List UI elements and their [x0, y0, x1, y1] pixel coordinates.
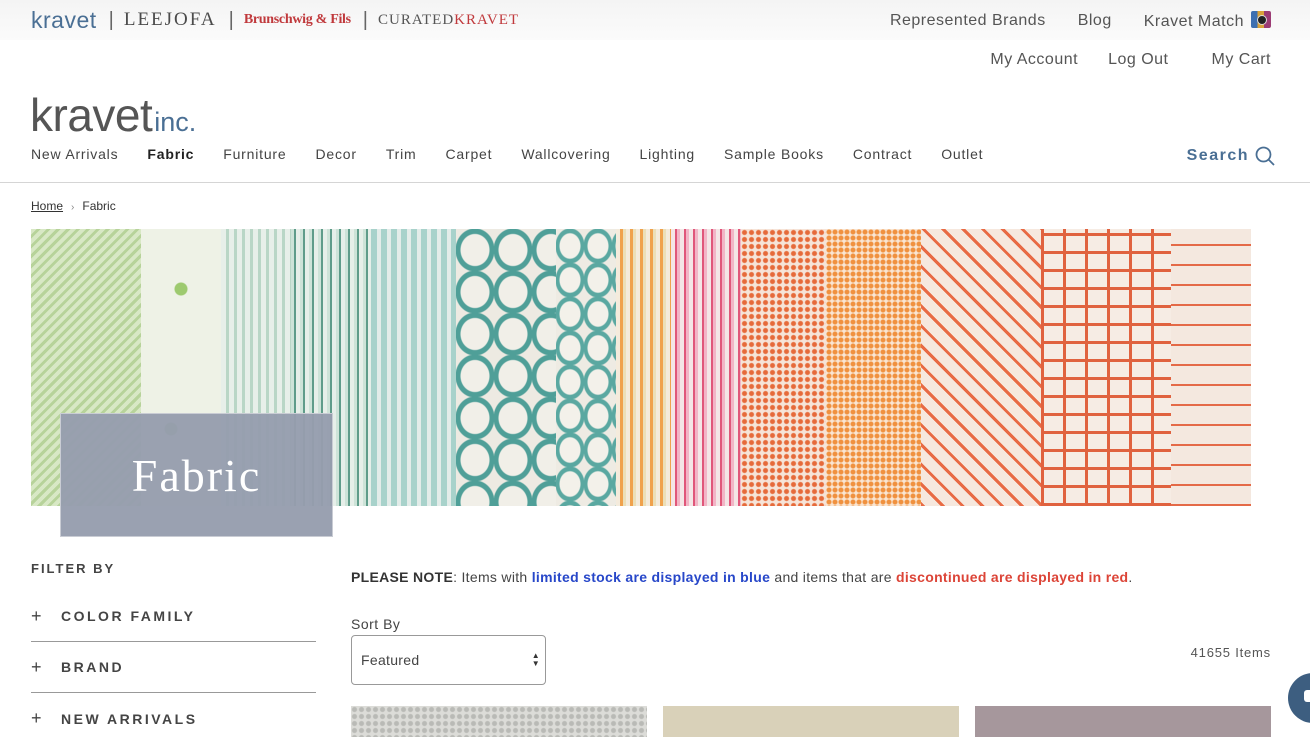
blog-link[interactable]: Blog	[1078, 12, 1112, 30]
product-tile[interactable]	[975, 706, 1271, 737]
nav-trim[interactable]: Trim	[386, 146, 417, 162]
sort-label: Sort By	[351, 616, 401, 632]
main-nav: New Arrivals Fabric Furniture Decor Trim…	[31, 146, 1012, 162]
nav-sample-books[interactable]: Sample Books	[724, 146, 824, 162]
page-title-panel: Fabric	[60, 413, 333, 537]
log-out-link[interactable]: Log Out	[1108, 51, 1168, 69]
filter-color-family[interactable]: + COLOR FAMILY	[31, 591, 316, 642]
chat-button[interactable]	[1288, 673, 1310, 723]
filter-label: NEW ARRIVALS	[61, 710, 198, 727]
brand-logos: kravet | LEEJOFA | Brunschwig & Fils | C…	[31, 7, 519, 33]
kravet-match-link[interactable]: Kravet Match	[1144, 11, 1271, 31]
product-tile[interactable]	[351, 706, 647, 737]
represented-brands-link[interactable]: Represented Brands	[890, 12, 1046, 30]
note-text: Items with	[457, 569, 532, 585]
filter-label: BRAND	[61, 659, 125, 675]
plus-icon: +	[31, 708, 42, 728]
nav-decor[interactable]: Decor	[315, 146, 356, 162]
note-prefix: PLEASE NOTE	[351, 569, 454, 585]
brand-kravet-part: KRAVET	[454, 11, 520, 28]
my-cart-link[interactable]: My Cart	[1212, 51, 1272, 69]
plus-icon: +	[31, 605, 42, 626]
plus-icon: +	[31, 656, 42, 677]
breadcrumb: Home › Fabric	[31, 199, 116, 213]
nav-new-arrivals[interactable]: New Arrivals	[31, 146, 118, 162]
filter-brand[interactable]: + BRAND	[31, 642, 316, 693]
search-label: Search	[1186, 147, 1249, 164]
sort-selected-value: Featured	[361, 652, 420, 668]
site-logo[interactable]: kravetinc.	[30, 88, 196, 142]
select-arrows-icon: ▲ ▼	[531, 651, 540, 668]
fabric-roll-image	[741, 229, 826, 506]
fabric-roll-image	[921, 229, 1041, 506]
limited-stock-legend: limited stock are displayed in blue	[531, 569, 771, 585]
fabric-roll-image	[671, 229, 741, 506]
kravet-match-label: Kravet Match	[1143, 13, 1244, 30]
brand-kravet-link[interactable]: kravet	[31, 7, 97, 34]
brand-leejofa-link[interactable]: LEEJOFA	[124, 9, 217, 31]
search-icon	[1255, 146, 1275, 166]
logo-wordmark: kravet	[30, 89, 153, 141]
nav-furniture[interactable]: Furniture	[223, 146, 286, 162]
fabric-roll-image	[826, 229, 921, 506]
item-count: 41655 Items	[1190, 645, 1271, 660]
fabric-roll-image	[1171, 229, 1251, 506]
breadcrumb-current: Fabric	[82, 199, 116, 213]
filter-label: COLOR FAMILY	[61, 608, 196, 624]
fabric-roll-image	[456, 229, 556, 506]
brand-brunschwig-link[interactable]: Brunschwig & Fils	[244, 12, 351, 28]
nav-lighting[interactable]: Lighting	[640, 146, 695, 162]
product-tile[interactable]	[663, 706, 959, 737]
breadcrumb-home-link[interactable]: Home	[31, 199, 63, 213]
utility-links: Represented Brands Blog Kravet Match	[858, 11, 1271, 31]
fabric-roll-image	[556, 229, 616, 506]
discontinued-legend: discontinued are displayed in red	[896, 569, 1129, 585]
logo-suffix: inc.	[154, 107, 197, 137]
search-button[interactable]: Search	[1187, 146, 1275, 166]
brand-divider: |	[228, 8, 234, 31]
breadcrumb-separator: ›	[71, 202, 75, 213]
brand-divider: |	[362, 8, 368, 31]
filter-new-arrivals[interactable]: + NEW ARRIVALS	[31, 693, 316, 737]
fabric-roll-image	[371, 229, 456, 506]
page-title: Fabric	[131, 449, 262, 501]
brand-bar: kravet | LEEJOFA | Brunschwig & Fils | C…	[0, 0, 1310, 40]
note-text: and items that are	[770, 569, 897, 585]
camera-icon	[1251, 11, 1271, 28]
my-account-link[interactable]: My Account	[990, 51, 1078, 69]
note-text: .	[1128, 569, 1133, 585]
account-links: My Account Log Out My Cart	[960, 51, 1271, 69]
nav-fabric[interactable]: Fabric	[147, 146, 194, 162]
nav-wallcovering[interactable]: Wallcovering	[521, 146, 610, 162]
fabric-roll-image	[616, 229, 671, 506]
nav-contract[interactable]: Contract	[853, 146, 912, 162]
filter-heading: FILTER BY	[31, 561, 116, 576]
brand-curated-kravet-link[interactable]: CURATEDKRAVET	[378, 12, 519, 29]
brand-curated-part: CURATED	[377, 11, 455, 28]
nav-carpet[interactable]: Carpet	[446, 146, 493, 162]
brand-divider: |	[108, 8, 114, 31]
header-divider	[0, 182, 1310, 183]
nav-outlet[interactable]: Outlet	[941, 146, 983, 162]
stock-legend-note: PLEASE NOTE: Items with limited stock ar…	[351, 569, 1133, 585]
fabric-roll-image	[1041, 229, 1171, 506]
sort-select[interactable]: Featured ▲ ▼	[351, 635, 546, 685]
